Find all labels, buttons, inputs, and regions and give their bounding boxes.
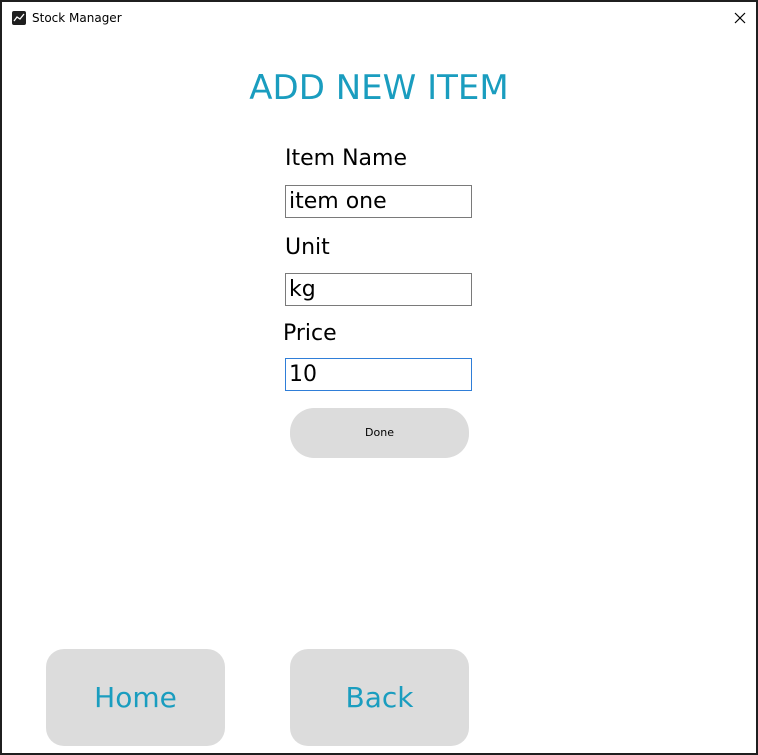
price-label: Price bbox=[283, 321, 337, 346]
window-title: Stock Manager bbox=[32, 11, 122, 25]
done-button[interactable]: Done bbox=[290, 408, 469, 458]
home-button[interactable]: Home bbox=[46, 649, 225, 746]
chart-icon bbox=[12, 11, 26, 25]
app-window: Stock Manager ADD NEW ITEM Item Name Uni… bbox=[0, 0, 758, 755]
page-title: ADD NEW ITEM bbox=[249, 68, 509, 108]
price-input[interactable] bbox=[285, 358, 472, 391]
item-name-input[interactable] bbox=[285, 185, 472, 218]
title-bar: Stock Manager bbox=[2, 2, 756, 34]
close-icon[interactable] bbox=[728, 6, 752, 30]
back-button[interactable]: Back bbox=[290, 649, 469, 746]
unit-label: Unit bbox=[285, 235, 330, 260]
item-name-label: Item Name bbox=[285, 146, 407, 171]
unit-input[interactable] bbox=[285, 273, 472, 306]
